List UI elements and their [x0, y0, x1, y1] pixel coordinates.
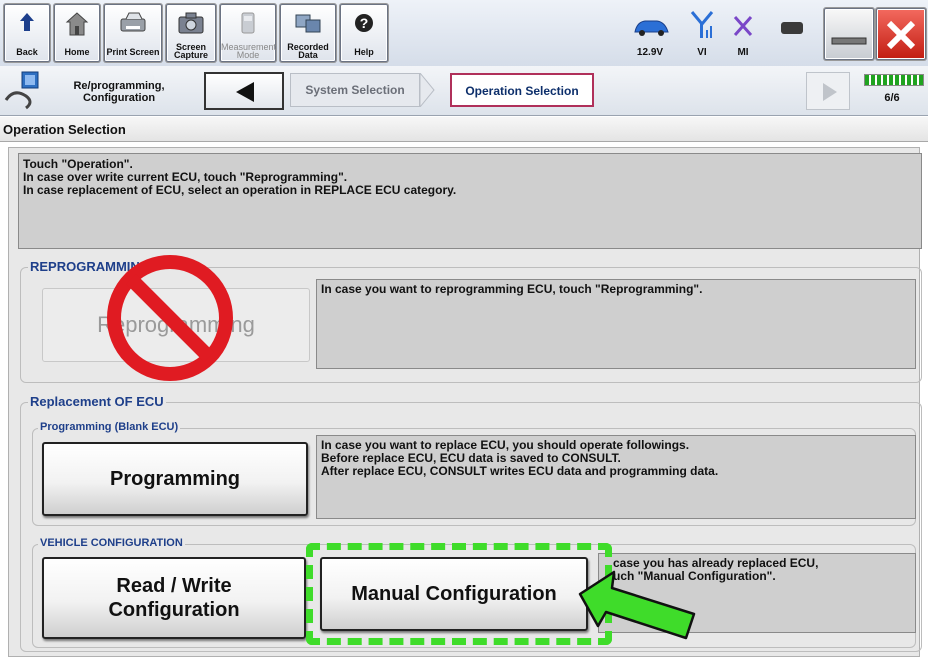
replacement-legend: Replacement OF ECU	[28, 394, 166, 409]
recorded-data-icon	[295, 14, 321, 33]
module-label: Re/programming, Configuration	[73, 80, 165, 104]
progress-bar	[864, 74, 924, 86]
reprogramming-description: In case you want to reprogramming ECU, t…	[316, 279, 916, 369]
vehicle-configuration-legend: VEHICLE CONFIGURATION	[38, 537, 185, 549]
progress-indicator: 6/6	[860, 70, 924, 114]
car-icon	[634, 20, 669, 36]
battery-icon	[781, 22, 803, 34]
step-system-selection[interactable]: System Selection	[290, 73, 420, 107]
programming-button[interactable]: Programming	[42, 442, 308, 516]
read-write-configuration-button[interactable]: Read / Write Configuration	[42, 557, 306, 639]
read-write-line-1: Read / Write	[116, 575, 232, 597]
back-arrow-icon	[20, 13, 34, 31]
meter-icon	[241, 12, 255, 34]
signal-icon	[690, 11, 714, 38]
close-button[interactable]	[876, 8, 926, 60]
print-screen-button[interactable]: Print Screen	[104, 4, 162, 62]
read-write-line-2: Configuration	[108, 599, 240, 621]
previous-step-button[interactable]	[204, 72, 284, 110]
help-button[interactable]: ? Help	[340, 4, 388, 62]
page-title: Operation Selection	[0, 117, 928, 142]
home-button[interactable]: Home	[54, 4, 100, 62]
step-chevron-icon	[420, 73, 435, 107]
home-icon	[65, 12, 89, 36]
measurement-mode-button[interactable]: Measurement Mode	[220, 4, 276, 62]
top-toolbar: Back Home Print Screen Screen Capture Me…	[0, 0, 928, 66]
camera-icon	[178, 12, 204, 34]
step-operation-selection[interactable]: Operation Selection	[450, 73, 594, 107]
printer-icon	[120, 12, 146, 32]
close-icon	[886, 20, 916, 50]
mi-x-icon	[733, 16, 753, 36]
programming-description: In case you want to replace ECU, you sho…	[316, 435, 916, 519]
recorded-data-button[interactable]: Recorded Data	[280, 4, 336, 62]
progress-text: 6/6	[884, 92, 900, 104]
right-arrow-icon	[823, 83, 837, 101]
programming-legend: Programming (Blank ECU)	[38, 421, 181, 433]
left-arrow-icon	[236, 82, 254, 102]
prohibited-icon	[107, 255, 233, 381]
next-step-button[interactable]	[806, 72, 850, 110]
programming-desc-line-3: After replace ECU, CONSULT writes ECU da…	[321, 464, 719, 478]
screen-capture-button[interactable]: Screen Capture	[166, 4, 216, 62]
programming-module-icon	[4, 71, 39, 110]
instruction-line-3: In case replacement of ECU, select an op…	[23, 183, 457, 197]
pointer-arrow-icon	[578, 570, 696, 640]
help-icon: ?	[355, 14, 373, 32]
minimize-button[interactable]	[824, 8, 874, 60]
svg-text:?: ?	[360, 15, 369, 31]
minimize-icon	[831, 37, 867, 45]
back-button[interactable]: Back	[4, 4, 50, 62]
instruction-box: Touch "Operation". In case over write cu…	[18, 153, 922, 249]
highlight-frame	[306, 543, 612, 645]
